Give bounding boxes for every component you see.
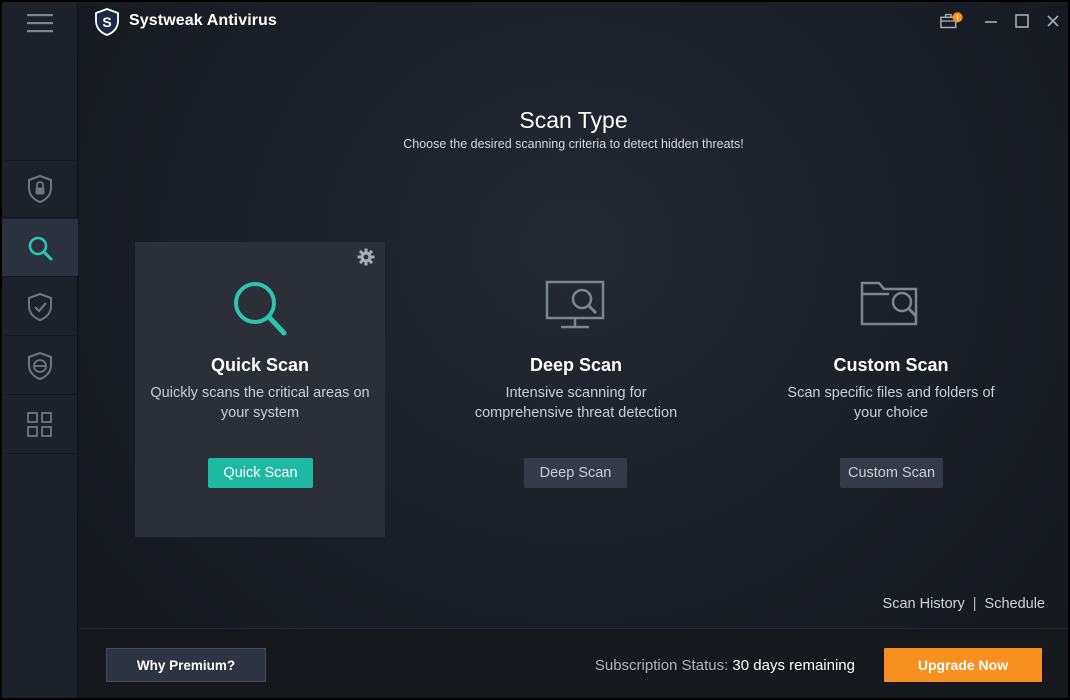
briefcase-notification-icon: ! [940,12,963,29]
link-separator: | [972,596,977,612]
svg-text:S: S [102,14,111,30]
page-subtitle: Choose the desired scanning criteria to … [403,137,744,151]
footer: Why Premium? Subscription Status: 30 day… [79,629,1068,698]
deep-scan-button[interactable]: Deep Scan [524,458,627,488]
app-title: Systweak Antivirus [129,12,277,29]
sidebar-item-real-time-protection[interactable] [2,278,78,336]
search-icon [28,236,53,260]
custom-scan-icon-wrap [766,278,1016,338]
notifications-button[interactable]: ! [940,9,964,33]
custom-scan-button[interactable]: Custom Scan [840,458,943,488]
schedule-link[interactable]: Schedule [985,596,1045,612]
deep-scan-card[interactable]: Deep Scan Intensive scanning for compreh… [451,242,701,537]
card-description: Scan specific files and folders of your … [787,385,995,421]
sidebar [2,2,78,698]
magnifier-icon [234,282,287,336]
sidebar-item-apps[interactable] [2,396,78,454]
close-button[interactable] [1041,9,1065,33]
quick-scan-button[interactable]: Quick Scan [208,458,313,488]
card-title: Custom Scan [833,355,949,375]
monitor-search-icon [545,280,605,329]
shield-e-icon [28,351,52,380]
scan-history-link[interactable]: Scan History [883,596,965,612]
shield-check-icon [28,292,52,321]
app-window: S Systweak Antivirus ! Scan Type Choose … [2,2,1068,698]
subscription-value: 30 days remaining [732,657,855,674]
quick-scan-card[interactable]: Quick Scan Quickly scans the critical ar… [135,242,385,537]
sidebar-item-protection[interactable] [2,160,78,218]
hamburger-icon [27,14,53,33]
gear-icon [357,248,375,266]
grid-icon [27,411,52,437]
sidebar-item-scan[interactable] [2,219,78,277]
minimize-button[interactable] [979,9,1003,33]
sidebar-item-web-security[interactable] [2,337,78,395]
subscription-label: Subscription Status: [594,657,729,674]
folder-search-icon [860,281,918,326]
title-bar: S Systweak Antivirus ! [79,2,1068,44]
card-title: Quick Scan [210,355,310,375]
settings-button[interactable] [357,248,375,271]
app-logo: S [95,8,119,41]
shield-lock-icon [28,174,52,204]
minimize-icon [985,21,997,23]
hamburger-menu-button[interactable] [2,2,78,44]
systweak-shield-icon: S [95,8,119,36]
main-panel: S Systweak Antivirus ! Scan Type Choose … [79,2,1068,698]
card-description: Quickly scans the critical areas on your… [150,385,370,421]
deep-scan-icon-wrap [451,278,701,338]
upgrade-now-button[interactable]: Upgrade Now [884,648,1042,682]
quick-scan-icon-wrap [135,278,385,338]
close-icon [1047,15,1059,27]
card-description: Intensive scanning for comprehensive thr… [474,385,678,421]
maximize-icon [1015,14,1029,28]
scan-links: Scan History | Schedule [883,596,1045,612]
why-premium-button[interactable]: Why Premium? [106,648,266,682]
custom-scan-card[interactable]: Custom Scan Scan specific files and fold… [766,242,1016,537]
subscription-status: Subscription Status: 30 days remaining [595,657,855,674]
notification-badge: ! [956,13,958,22]
card-title: Deep Scan [529,355,623,375]
maximize-button[interactable] [1010,9,1034,33]
page-title: Scan Type [519,107,628,133]
